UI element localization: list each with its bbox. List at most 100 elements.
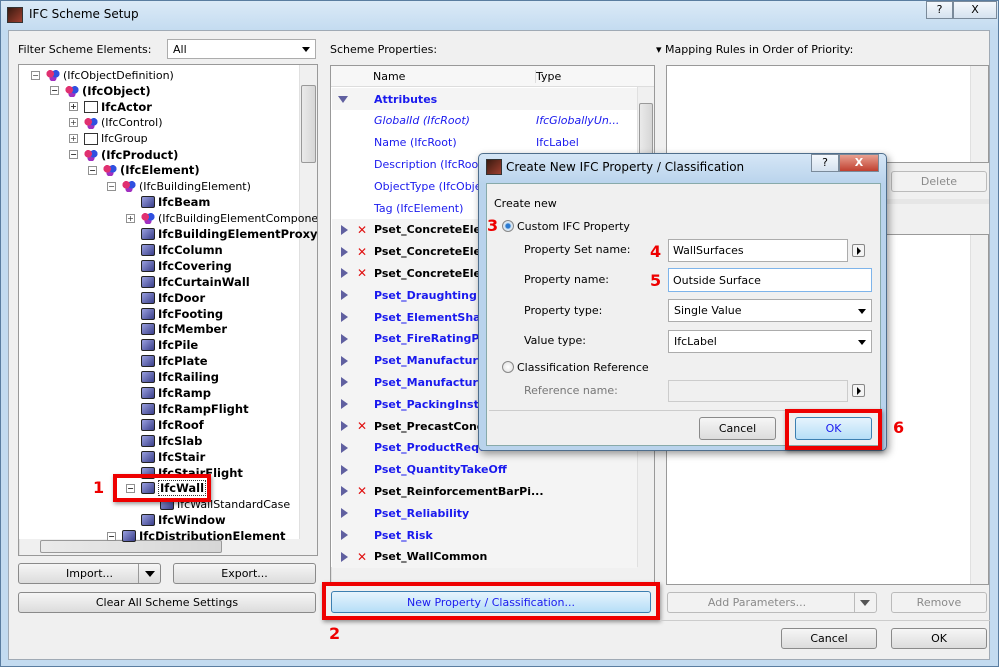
property-row[interactable]: Pset_QuantityTakeOff <box>332 458 637 481</box>
delete-button[interactable]: Delete <box>891 171 987 192</box>
collapse-icon[interactable]: − <box>69 150 78 159</box>
property-type-select[interactable]: Single Value <box>668 299 872 322</box>
tree-item[interactable]: IfcDoor <box>126 290 205 306</box>
removed-x-icon[interactable]: ✕ <box>357 223 367 237</box>
add-parameters-dropdown[interactable] <box>854 593 876 612</box>
mapping-scrollbar[interactable] <box>970 66 988 162</box>
tree-item[interactable]: IfcCovering <box>126 258 232 274</box>
add-parameters-button[interactable]: Add Parameters... <box>667 592 877 613</box>
reference-name-input[interactable] <box>668 380 848 402</box>
custom-ifc-property-label[interactable]: Custom IFC Property <box>517 220 630 233</box>
column-header-name[interactable]: Name <box>373 70 405 83</box>
close-button[interactable]: X <box>953 1 997 19</box>
collapse-icon[interactable]: − <box>50 86 59 96</box>
dialog-help-button[interactable]: ? <box>811 154 839 172</box>
custom-ifc-property-radio[interactable] <box>502 220 514 232</box>
removed-x-icon[interactable]: ✕ <box>357 550 367 564</box>
mapping-rules-list[interactable] <box>666 65 989 163</box>
expand-triangle-icon[interactable] <box>341 442 348 453</box>
removed-x-icon[interactable]: ✕ <box>357 245 367 259</box>
expand-triangle-icon[interactable] <box>341 290 348 301</box>
cancel-button[interactable]: Cancel <box>781 628 877 649</box>
tree-item[interactable]: IfcRamp <box>126 385 211 401</box>
help-button[interactable]: ? <box>926 1 953 19</box>
property-row[interactable]: ✕ Pset_WallCommon <box>332 545 637 568</box>
tree-item[interactable]: IfcColumn <box>126 242 223 258</box>
pset-picker-button[interactable] <box>852 244 865 257</box>
property-row[interactable]: Pset_Reliability <box>332 502 637 525</box>
dialog-close-button[interactable]: X <box>839 154 879 172</box>
tree-item[interactable]: + (IfcBuildingElementComponen <box>126 210 317 226</box>
tree-item[interactable]: IfcRampFlight <box>126 401 249 417</box>
tree-item[interactable]: IfcPlate <box>126 353 208 369</box>
expand-icon[interactable]: + <box>69 102 78 112</box>
collapse-icon[interactable]: − <box>107 531 116 541</box>
removed-x-icon[interactable]: ✕ <box>357 419 367 433</box>
tree-item[interactable]: IfcMember <box>126 321 227 337</box>
dialog-ok-button[interactable]: OK <box>795 417 872 440</box>
property-row[interactable]: Name (IfcRoot) IfcLabel <box>332 132 637 154</box>
tree-item[interactable]: IfcCurtainWall <box>126 274 250 290</box>
tree-item[interactable]: − (IfcBuildingElement) <box>107 178 251 194</box>
tree-item[interactable]: IfcSlab <box>126 433 202 449</box>
tree-item[interactable]: IfcFooting <box>126 306 223 322</box>
import-button[interactable]: Import... <box>18 563 161 584</box>
property-row[interactable]: ✕ Pset_ReinforcementBarPi... <box>332 480 637 503</box>
tree-item[interactable]: + IfcGroup <box>69 131 148 147</box>
expand-triangle-icon[interactable] <box>341 377 348 388</box>
parameters-scrollbar[interactable] <box>970 235 988 584</box>
expand-triangle-icon[interactable] <box>341 530 348 540</box>
property-row[interactable]: Pset_Risk <box>332 524 637 546</box>
ok-button[interactable]: OK <box>891 628 987 649</box>
collapse-icon[interactable]: − <box>31 70 40 80</box>
expand-triangle-icon[interactable] <box>341 333 348 344</box>
expand-triangle-icon[interactable] <box>341 486 348 497</box>
tree-item[interactable]: IfcBuildingElementProxy <box>126 226 317 242</box>
mapping-rules-header[interactable]: ▾ Mapping Rules in Order of Priority: <box>656 43 853 56</box>
tree-item[interactable]: IfcStair <box>126 449 205 465</box>
expand-triangle-icon[interactable] <box>341 246 348 257</box>
tree-item[interactable]: − (IfcObjectDefinition) <box>31 67 174 83</box>
new-property-classification-button[interactable]: New Property / Classification... <box>331 591 651 613</box>
column-header-type[interactable]: Type <box>535 70 561 83</box>
scrollbar-thumb[interactable] <box>301 85 316 163</box>
property-row[interactable]: Attributes <box>332 88 637 110</box>
expand-triangle-icon[interactable] <box>341 551 348 562</box>
expand-icon[interactable]: + <box>69 134 78 144</box>
dialog-cancel-button[interactable]: Cancel <box>699 417 776 440</box>
tree-item[interactable]: − (IfcElement) <box>88 162 200 178</box>
expand-triangle-icon[interactable] <box>341 312 348 322</box>
removed-x-icon[interactable]: ✕ <box>357 484 367 498</box>
tree-item[interactable]: IfcPile <box>126 337 198 353</box>
expand-icon[interactable]: + <box>126 213 135 223</box>
expand-triangle-icon[interactable] <box>341 355 348 366</box>
collapse-icon[interactable]: − <box>107 181 116 191</box>
removed-x-icon[interactable]: ✕ <box>357 266 367 280</box>
tree-item[interactable]: − IfcDistributionElement <box>107 528 286 544</box>
tree-item[interactable]: + (IfcControl) <box>69 115 163 131</box>
import-dropdown[interactable] <box>138 564 160 583</box>
expand-icon[interactable]: + <box>69 118 78 128</box>
property-name-input[interactable]: Outside Surface <box>668 268 872 292</box>
reference-picker-button[interactable] <box>852 384 865 397</box>
classification-reference-label[interactable]: Classification Reference <box>517 361 649 374</box>
expand-triangle-icon[interactable] <box>341 268 348 279</box>
classification-reference-radio[interactable] <box>502 361 514 373</box>
tree-item[interactable]: IfcWindow <box>126 512 226 528</box>
expand-triangle-icon[interactable] <box>341 421 348 431</box>
expand-triangle-icon[interactable] <box>341 508 348 519</box>
expand-triangle-icon[interactable] <box>341 464 348 475</box>
tree-item[interactable]: IfcRoof <box>126 417 204 433</box>
tree-item[interactable]: IfcBeam <box>126 194 210 210</box>
value-type-select[interactable]: IfcLabel <box>668 330 872 353</box>
filter-select[interactable]: All <box>167 39 316 59</box>
export-button[interactable]: Export... <box>173 563 316 584</box>
tree-item[interactable]: + IfcActor <box>69 99 152 115</box>
pset-name-input[interactable]: WallSurfaces <box>668 239 848 262</box>
property-row[interactable]: GlobalId (IfcRoot) IfcGloballyUn... <box>332 110 637 132</box>
expand-triangle-icon[interactable] <box>341 399 348 410</box>
tree-item[interactable]: − (IfcObject) <box>50 83 151 99</box>
tree-item[interactable]: IfcRailing <box>126 369 219 385</box>
collapse-triangle-icon[interactable] <box>338 95 348 103</box>
tree-vertical-scrollbar[interactable] <box>299 65 317 539</box>
